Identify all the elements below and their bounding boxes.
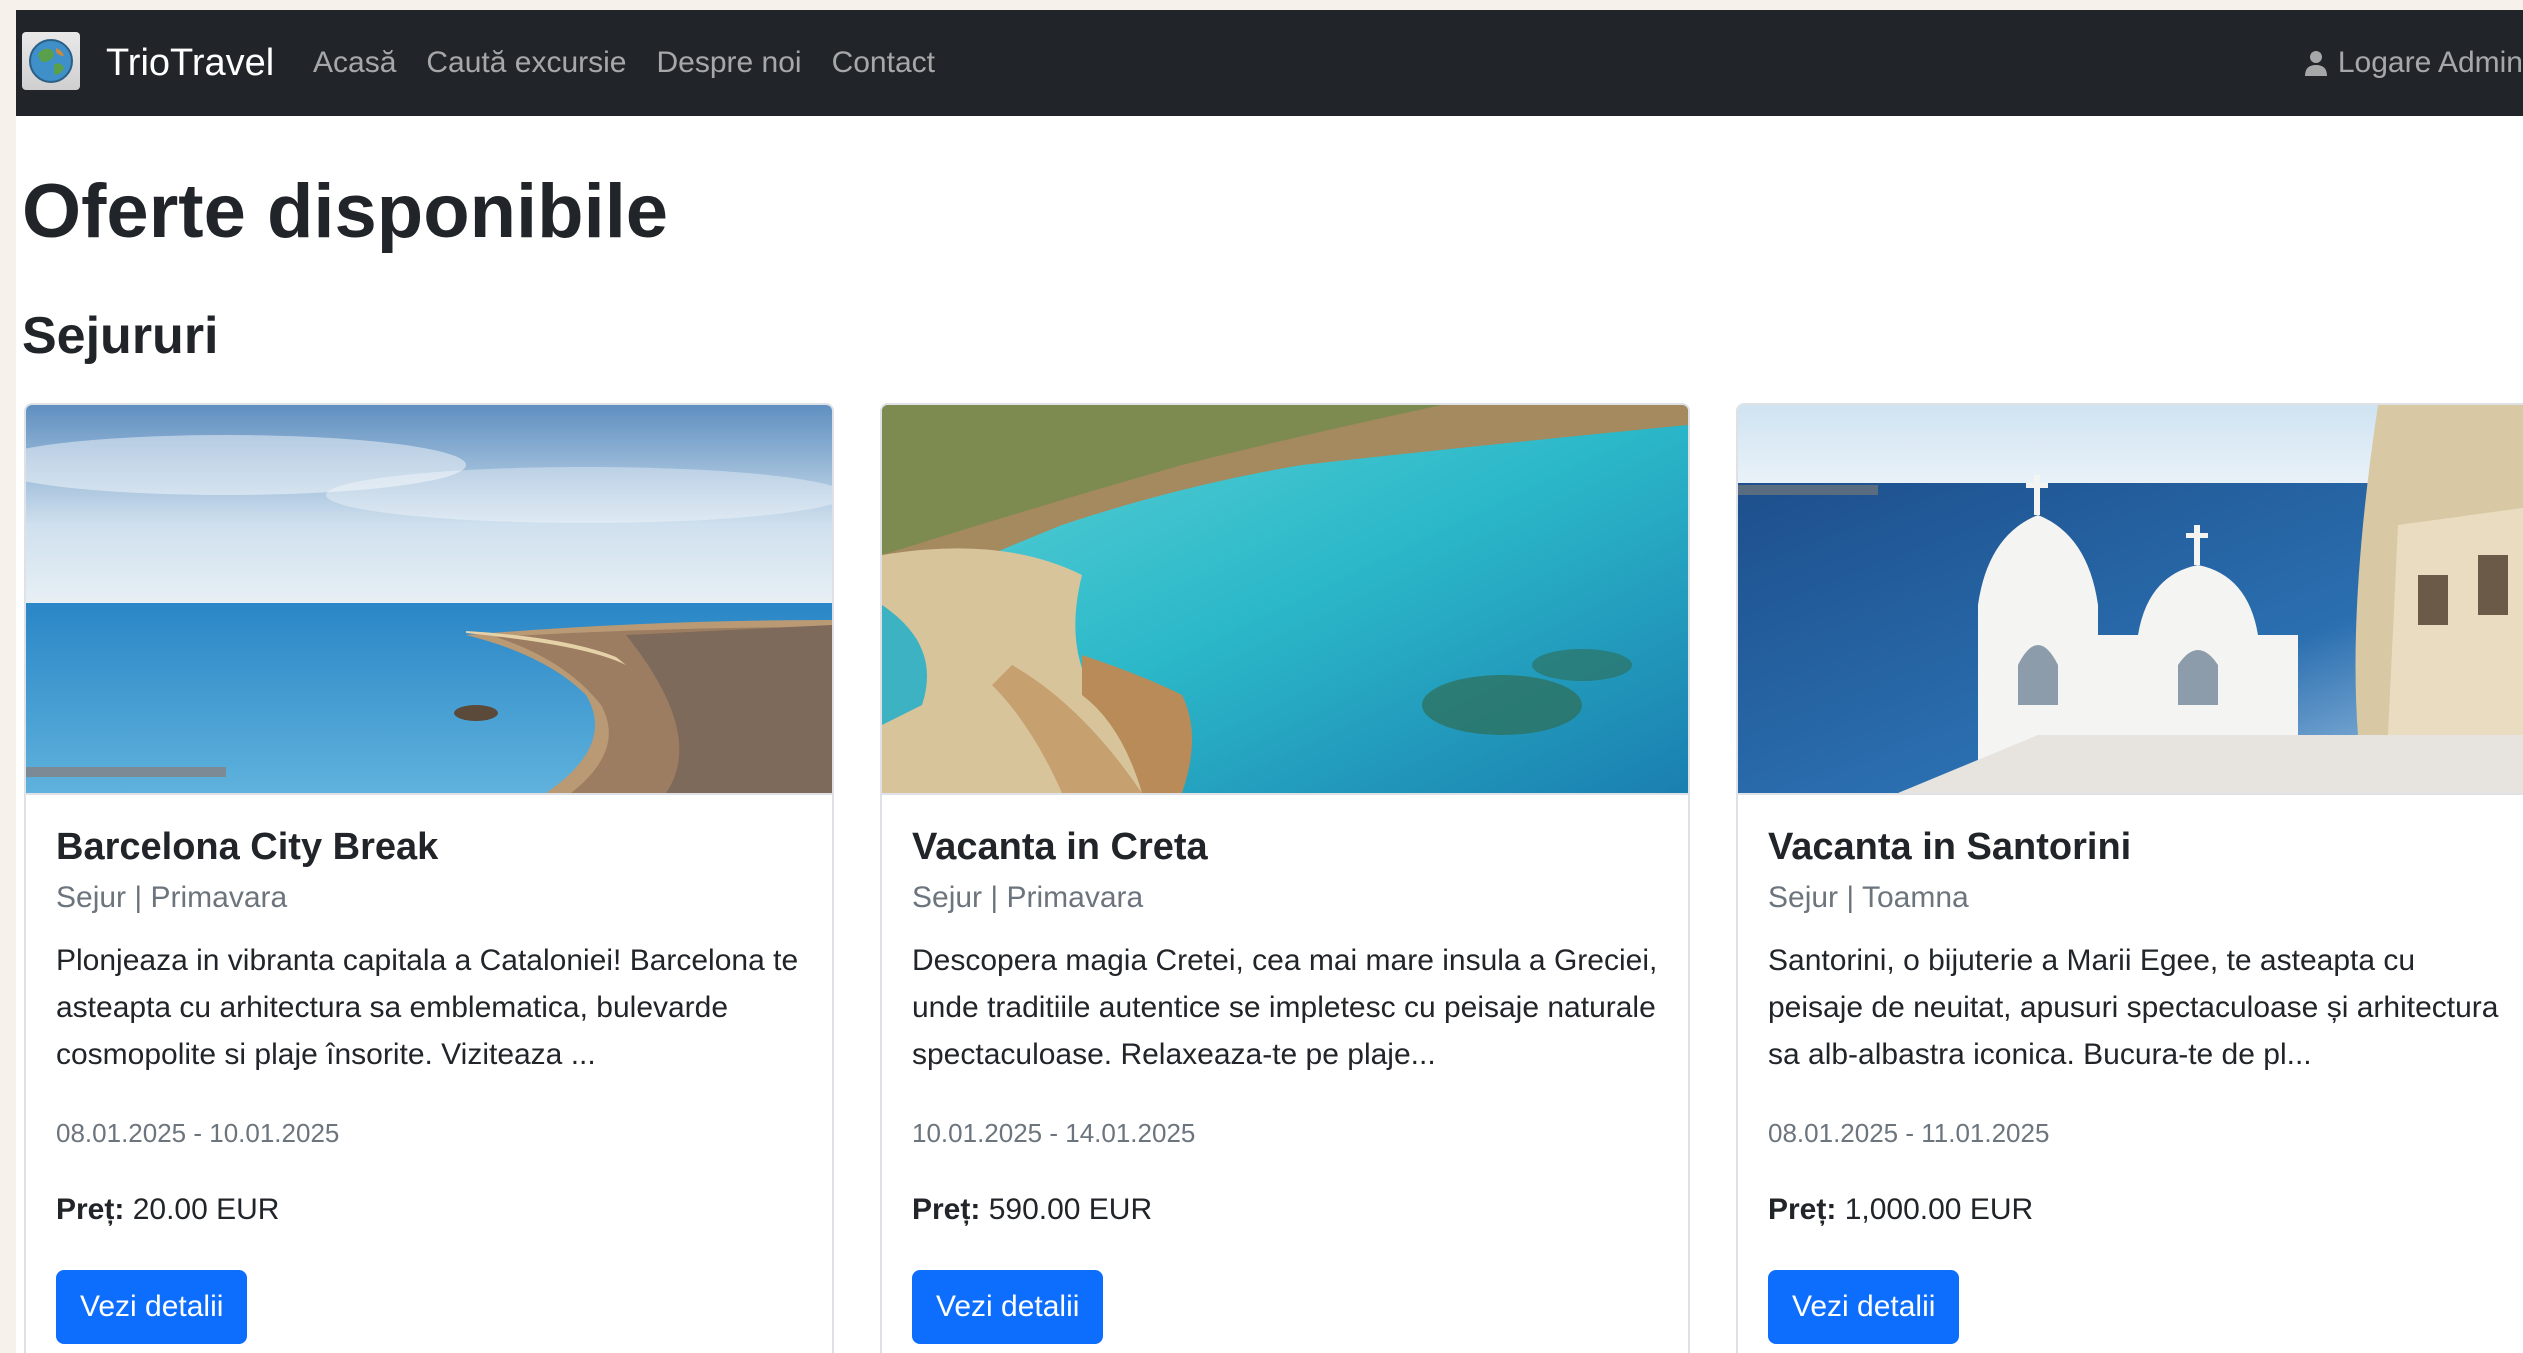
section-title: Sejururi [22,307,219,365]
card-title: Vacanta in Creta [912,826,1208,868]
card-dates: 08.01.2025 - 11.01.2025 [1768,1117,2050,1148]
price-value: 20.00 EUR [132,1192,280,1226]
offer-card-creta: Vacanta in Creta Sejur | Primavara Desco… [880,403,1690,1353]
brand-name[interactable]: TrioTravel [106,10,274,116]
view-details-button[interactable]: Vezi detalii [1768,1270,1960,1344]
card-title: Barcelona City Break [56,826,439,868]
nav-link-contact[interactable]: Contact [832,46,935,80]
page-frame: TrioTravel Acasă Caută excursie Despre n… [16,10,2523,1353]
card-description: Descopera magia Cretei, cea mai mare ins… [912,943,1658,1071]
card-body: Vacanta in Santorini Sejur | Toamna Sant… [1768,825,2514,1227]
card-price: Preț: 590.00 EUR [912,1193,1658,1227]
page-title: Oferte disponibile [22,169,669,254]
card-description: Plonjeaza in vibranta capitala a Catalon… [56,943,799,1071]
offer-card-barcelona: Barcelona City Break Sejur | Primavara P… [24,403,834,1353]
admin-login-link[interactable]: Logare Admin [2304,10,2523,116]
creta-image [882,405,1688,795]
offers-grid: Barcelona City Break Sejur | Primavara P… [24,403,2523,1353]
nav-link-home[interactable]: Acasă [313,46,396,80]
view-details-button[interactable]: Vezi detalii [56,1270,248,1344]
card-body: Vacanta in Creta Sejur | Primavara Desco… [912,825,1658,1227]
offer-card-santorini: Vacanta in Santorini Sejur | Toamna Sant… [1736,403,2523,1353]
card-price: Preț: 1,000.00 EUR [1768,1193,2514,1227]
view-details-button[interactable]: Vezi detalii [912,1270,1104,1344]
card-subtitle: Sejur | Primavara [56,880,288,914]
card-title: Vacanta in Santorini [1768,826,2132,868]
card-description: Santorini, o bijuterie a Marii Egee, te … [1768,943,2499,1071]
card-dates: 10.01.2025 - 14.01.2025 [912,1117,1196,1148]
barcelona-image [26,405,832,795]
card-dates: 08.01.2025 - 10.01.2025 [56,1117,340,1148]
price-value: 1,000.00 EUR [1844,1192,2034,1226]
price-value: 590.00 EUR [988,1192,1153,1226]
price-label: Preț: [912,1192,981,1226]
card-body: Barcelona City Break Sejur | Primavara P… [56,825,802,1227]
top-navbar: TrioTravel Acasă Caută excursie Despre n… [16,10,2523,116]
price-label: Preț: [1768,1192,1837,1226]
card-subtitle: Sejur | Toamna [1768,880,1969,914]
card-price: Preț: 20.00 EUR [56,1193,802,1227]
santorini-image [1738,405,2523,795]
price-label: Preț: [56,1192,125,1226]
card-subtitle: Sejur | Primavara [912,880,1144,914]
nav-links: Acasă Caută excursie Despre noi Contact [313,10,965,116]
nav-link-about[interactable]: Despre noi [657,46,802,80]
nav-link-search[interactable]: Caută excursie [426,46,626,80]
globe-logo-icon[interactable] [22,32,80,90]
admin-login-label: Logare Admin [2337,46,2523,79]
user-icon [2304,49,2328,77]
